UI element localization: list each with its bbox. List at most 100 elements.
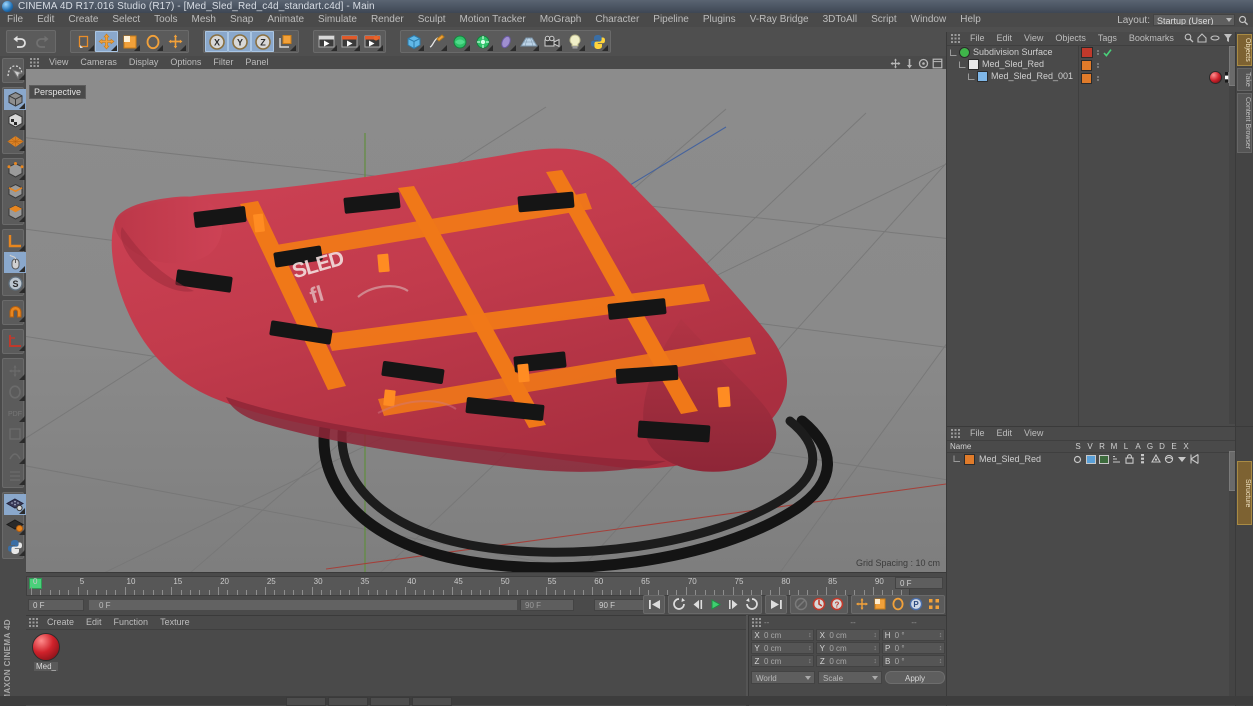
grip-icon[interactable] [30, 58, 39, 67]
tree-expand-icon[interactable] [968, 73, 975, 80]
add-cube-button[interactable] [402, 31, 425, 52]
scale-key-button[interactable] [871, 597, 889, 612]
visibility-dots-icon[interactable] [1097, 49, 1099, 55]
menu-item-sculpt[interactable]: Sculpt [411, 13, 453, 27]
spinner-icon[interactable]: ↕ [937, 658, 944, 665]
go-to-next-key-button[interactable] [742, 597, 760, 612]
play-button[interactable] [706, 597, 724, 612]
spinner-icon[interactable]: ↕ [872, 632, 879, 639]
lock-z-button[interactable]: Z [251, 31, 274, 52]
dolly-view-icon[interactable] [904, 58, 915, 69]
menu-item-simulate[interactable]: Simulate [311, 13, 364, 27]
object-menu-view[interactable]: View [1018, 32, 1049, 45]
side-tab-objects[interactable]: Objects [1237, 34, 1252, 66]
coord-value[interactable]: 0 cm [762, 631, 806, 640]
orange-tag-icon[interactable] [1081, 59, 1092, 71]
spinner-icon[interactable]: ↕ [806, 645, 813, 652]
keyframe-selection-button[interactable]: ? [828, 597, 846, 612]
rotate-tool-button[interactable] [141, 31, 164, 52]
render-flag-icon[interactable] [1081, 46, 1093, 58]
structure-col-m[interactable]: M [1108, 442, 1120, 451]
structure-col-a[interactable]: A [1132, 442, 1144, 451]
coord-field-position-z[interactable]: Z0 cm ↕ [751, 655, 815, 667]
structure-col-l[interactable]: L [1120, 442, 1132, 451]
extra-move-button[interactable] [164, 31, 187, 52]
python-script-button[interactable] [4, 536, 26, 557]
spinner-icon[interactable]: ↕ [806, 632, 813, 639]
extra-tool-button[interactable] [4, 444, 26, 465]
scale-down-button[interactable] [4, 423, 26, 444]
record-active-objects-button[interactable] [792, 597, 810, 612]
deformer-icon[interactable] [1162, 454, 1175, 464]
structure-col-v[interactable]: V [1084, 442, 1096, 451]
object-menu-objects[interactable]: Objects [1049, 32, 1092, 45]
grip-icon[interactable] [752, 617, 761, 627]
param-key-button[interactable]: P [907, 597, 925, 612]
magnifier-icon[interactable] [1238, 15, 1249, 26]
tree-expand-icon[interactable] [953, 455, 961, 463]
coord-field-rotation-h[interactable]: H0 ° ↕ [881, 629, 945, 641]
generator-icon[interactable] [1149, 454, 1162, 464]
object-menu-edit[interactable]: Edit [991, 32, 1019, 45]
menu-item-edit[interactable]: Edit [30, 13, 61, 27]
material-menu-texture[interactable]: Texture [154, 616, 196, 629]
pan-view-icon[interactable] [890, 58, 901, 69]
coord-value[interactable]: 0 cm [762, 657, 806, 666]
step-forward-button[interactable] [724, 597, 742, 612]
go-to-previous-key-button[interactable] [670, 597, 688, 612]
structure-col-g[interactable]: G [1144, 442, 1156, 451]
render-visibility-icon[interactable] [1097, 454, 1110, 464]
coord-value[interactable]: 0 ° [893, 657, 937, 666]
lock-x-button[interactable]: X [205, 31, 228, 52]
side-tab-take[interactable]: Take [1237, 67, 1252, 91]
rotate-view-icon[interactable] [918, 58, 929, 69]
live-selection-tool[interactable] [4, 60, 26, 81]
coord-value[interactable]: 0 ° [893, 644, 937, 653]
structure-col-x[interactable]: X [1180, 442, 1192, 451]
coord-field-position-y[interactable]: Y0 cm ↕ [751, 642, 815, 654]
model-mode-button[interactable] [4, 89, 26, 110]
rotate-down-button[interactable] [4, 381, 26, 402]
viewport-menu-panel[interactable]: Panel [239, 56, 274, 69]
tree-expand-icon[interactable] [959, 61, 966, 68]
position-key-button[interactable] [853, 597, 871, 612]
check-icon[interactable] [1103, 48, 1112, 57]
grip-icon[interactable] [29, 618, 38, 627]
bake-texture-button[interactable] [4, 515, 26, 536]
menu-item-animate[interactable]: Animate [260, 13, 311, 27]
structure-menu-view[interactable]: View [1018, 427, 1049, 440]
add-generator-button[interactable] [448, 31, 471, 52]
menu-item-character[interactable]: Character [588, 13, 646, 27]
coord-field-rotation-p[interactable]: P0 ° ↕ [881, 642, 945, 654]
menu-item-v-ray-bridge[interactable]: V-Ray Bridge [743, 13, 816, 27]
coord-field-size-y[interactable]: Y0 cm ↕ [816, 642, 880, 654]
expression-icon[interactable] [1175, 455, 1188, 463]
grip-icon[interactable] [951, 429, 960, 438]
viewport-visibility-icon[interactable] [1084, 454, 1097, 464]
orange-tag-icon[interactable] [1081, 72, 1092, 84]
coordinate-system-dropdown[interactable]: World [751, 670, 815, 684]
coord-field-size-z[interactable]: Z0 cm ↕ [816, 655, 880, 667]
material-menu-edit[interactable]: Edit [80, 616, 108, 629]
menu-item-help[interactable]: Help [953, 13, 988, 27]
object-row-med-sled-red-001[interactable]: Med_Sled_Red_001 [947, 70, 1078, 82]
move-down-button[interactable] [4, 360, 26, 381]
render-region-button[interactable] [4, 494, 26, 515]
animation-icon[interactable] [1136, 454, 1149, 464]
coordinate-mode-dropdown[interactable]: Scale [818, 670, 882, 684]
go-to-end-button[interactable] [767, 597, 785, 612]
structure-col-e[interactable]: E [1168, 442, 1180, 451]
menu-item-render[interactable]: Render [364, 13, 411, 27]
points-mode-button[interactable] [4, 160, 26, 181]
menu-item-file[interactable]: File [0, 13, 30, 27]
spinner-icon[interactable]: ↕ [806, 658, 813, 665]
object-menu-tags[interactable]: Tags [1092, 32, 1123, 45]
menu-item-motion-tracker[interactable]: Motion Tracker [453, 13, 533, 27]
object-mode-button[interactable] [4, 110, 26, 131]
object-row-subdivision-surface[interactable]: Subdivision Surface [947, 46, 1078, 58]
render-settings-button[interactable] [361, 31, 384, 52]
world-coordinates-button[interactable] [274, 31, 297, 52]
menu-item-mesh[interactable]: Mesh [185, 13, 223, 27]
spinner-icon[interactable]: ↕ [872, 645, 879, 652]
scale-tool-button[interactable] [118, 31, 141, 52]
